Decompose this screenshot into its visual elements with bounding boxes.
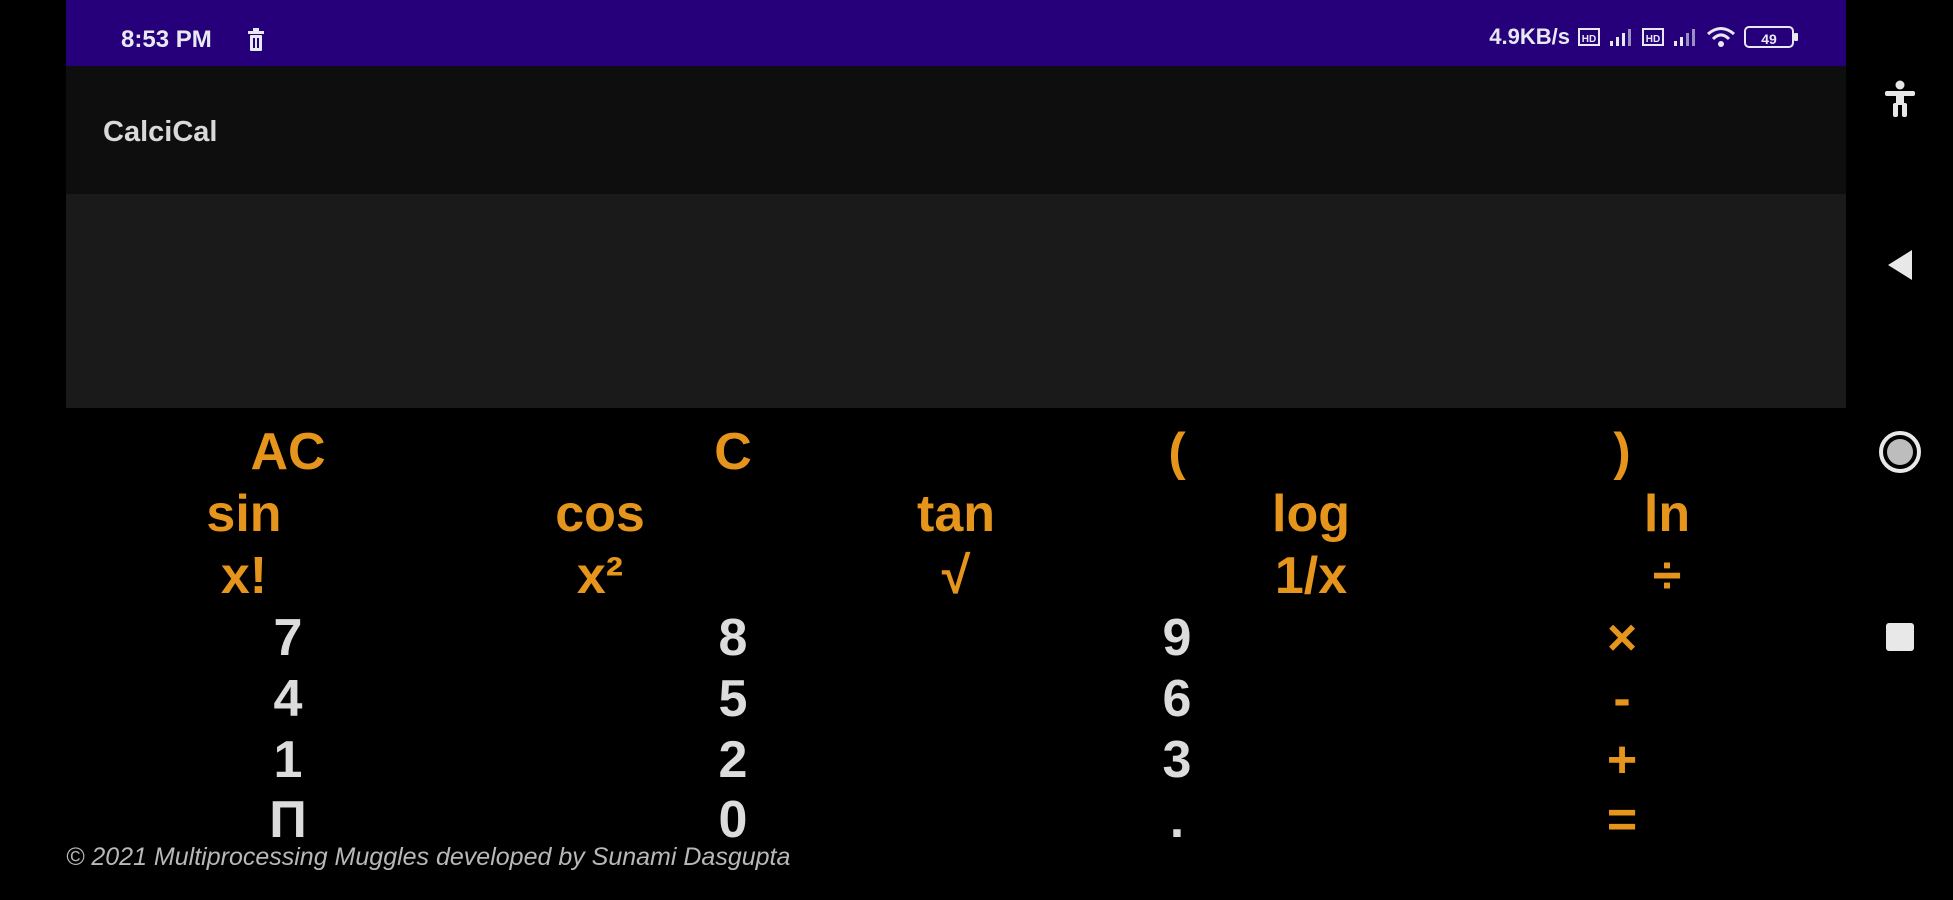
signal-icon-2 <box>1674 29 1695 46</box>
svg-text:HD: HD <box>1582 34 1596 45</box>
key-5[interactable]: 5 <box>719 669 748 729</box>
key-log[interactable]: log <box>1272 484 1350 544</box>
app-title: CalciCal <box>103 116 218 148</box>
status-time: 8:53 PM <box>121 26 212 53</box>
key-cos[interactable]: cos <box>555 484 645 544</box>
svg-text:HD: HD <box>1646 34 1660 45</box>
key-all-clear[interactable]: AC <box>250 422 325 482</box>
key-square[interactable]: x² <box>577 546 623 606</box>
key-factorial[interactable]: x! <box>221 546 267 606</box>
key-sqrt[interactable]: √ <box>942 546 971 606</box>
trash-icon <box>248 28 264 51</box>
key-1[interactable]: 1 <box>274 730 303 790</box>
key-4[interactable]: 4 <box>274 669 303 729</box>
volte-sim1-icon: HD <box>1578 28 1600 46</box>
copyright-footer: © 2021 Multiprocessing Muggles developed… <box>66 843 791 871</box>
key-tan[interactable]: tan <box>917 484 995 544</box>
recents-icon[interactable] <box>1885 622 1915 652</box>
app-bar: CalciCal <box>66 66 1846 194</box>
accessibility-icon[interactable] <box>1883 80 1917 118</box>
key-pi[interactable]: Π <box>269 790 307 850</box>
key-add[interactable]: + <box>1607 730 1637 790</box>
volte-sim2-icon: HD <box>1642 28 1664 46</box>
network-speed: 4.9KB/s <box>1489 24 1570 49</box>
key-ln[interactable]: ln <box>1644 484 1690 544</box>
key-9[interactable]: 9 <box>1163 608 1192 668</box>
key-multiply[interactable]: × <box>1607 608 1637 668</box>
key-close-paren[interactable]: ) <box>1613 422 1630 482</box>
status-indicators: 4.9KB/s HD HD 49 <box>1489 24 1798 50</box>
status-bar: 8:53 PM 4.9KB/s HD HD 49 <box>66 0 1846 66</box>
wifi-icon <box>1707 27 1735 47</box>
battery-icon: 49 <box>1744 26 1798 48</box>
back-icon[interactable] <box>1886 248 1914 282</box>
home-icon[interactable] <box>1878 430 1922 474</box>
key-7[interactable]: 7 <box>274 608 303 668</box>
key-0[interactable]: 0 <box>719 790 748 850</box>
key-clear[interactable]: C <box>714 422 752 482</box>
key-reciprocal[interactable]: 1/x <box>1275 546 1347 606</box>
key-6[interactable]: 6 <box>1163 669 1192 729</box>
key-decimal[interactable]: . <box>1170 790 1184 850</box>
calculator-display <box>66 194 1846 408</box>
key-equals[interactable]: = <box>1607 790 1637 850</box>
key-subtract[interactable]: - <box>1613 669 1630 729</box>
key-8[interactable]: 8 <box>719 608 748 668</box>
key-3[interactable]: 3 <box>1163 730 1192 790</box>
key-open-paren[interactable]: ( <box>1168 422 1185 482</box>
key-sin[interactable]: sin <box>206 484 281 544</box>
phone-screen: 8:53 PM 4.9KB/s HD HD 49 CalciCal AC C (… <box>66 0 1846 900</box>
key-2[interactable]: 2 <box>719 730 748 790</box>
signal-icon <box>1610 29 1631 46</box>
key-divide[interactable]: ÷ <box>1653 546 1682 606</box>
system-nav-bar <box>1846 0 1953 900</box>
